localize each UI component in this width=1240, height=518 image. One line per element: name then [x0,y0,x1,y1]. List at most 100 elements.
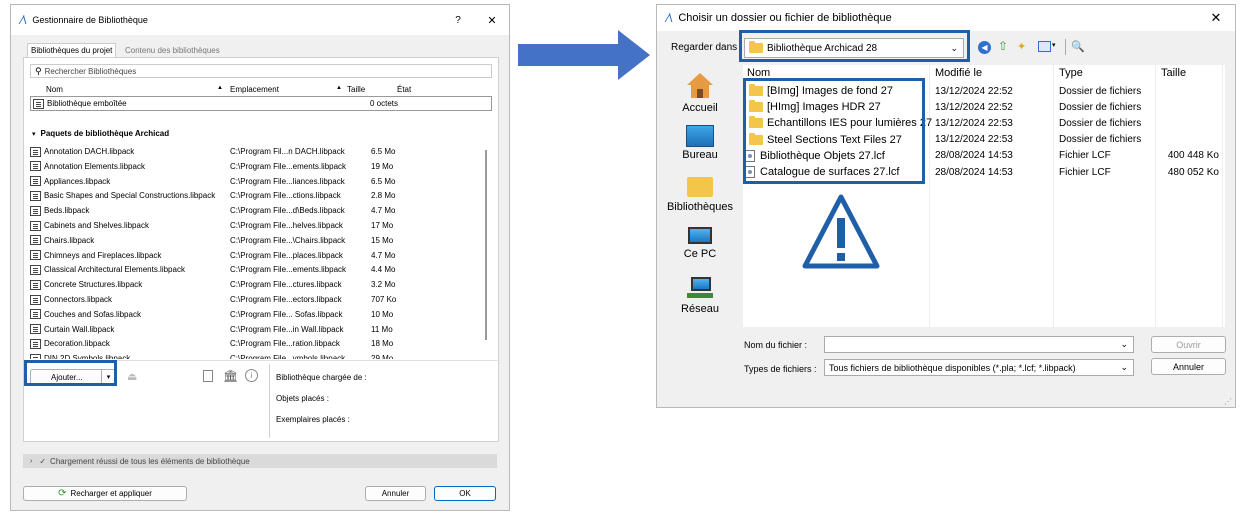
library-manager-dialog: ⁄\ Gestionnaire de Bibliothèque ? ✕ Bibl… [10,4,510,511]
library-row[interactable]: Decoration.libpack C:\Program File...rati… [30,336,482,351]
new-folder-icon[interactable]: ✦ [1017,40,1026,53]
place-desktop[interactable]: Bureau [657,125,743,161]
search-input[interactable]: Rechercher Bibliothèques [45,67,137,76]
scrollbar-thumb[interactable] [485,150,487,340]
library-icon [30,235,41,246]
library-row[interactable]: Couches and Sofas.libpack C:\Program File… [30,307,482,322]
library-name: Basic Shapes and Special Constructions.l… [44,191,216,201]
library-row[interactable]: Beds.libpack C:\Program File...d\Beds.lib… [30,203,482,218]
info-placed-objects: Objets placés : [276,394,329,403]
library-row[interactable]: Appliances.libpack C:\Program File...lian… [30,174,482,189]
col-modified[interactable]: Modifié le [935,67,982,79]
reload-apply-button[interactable]: ⟳ Recharger et appliquer [23,486,187,501]
tab-library-contents[interactable]: Contenu des bibliothèques [122,44,223,57]
place-home[interactable]: Accueil [657,71,743,114]
tab-project-libraries[interactable]: Bibliothèques du projet [27,43,117,57]
check-icon: ✓ [39,456,47,466]
filename-input[interactable]: ⌄ [824,336,1134,353]
scrollbar[interactable] [483,110,489,358]
library-name: Cabinets and Shelves.libpack [44,221,149,230]
library-row[interactable]: Chimneys and Fireplaces.libpack C:\Progra… [30,248,482,263]
filetype-value: Tous fichiers de bibliothèque disponible… [829,362,1076,373]
dialog-title: Choisir un dossier ou fichier de bibliot… [678,12,892,24]
close-button[interactable]: ✕ [1199,5,1233,31]
embedded-library-row[interactable]: Bibliothèque emboîtée 0 octets [30,96,492,111]
library-name: Concrete Structures.libpack [44,280,143,290]
library-row[interactable]: Connectors.libpack C:\Program File...ecto… [30,292,482,307]
view-menu-icon[interactable] [1038,41,1051,52]
col-type[interactable]: Type [1059,67,1083,79]
cancel-button[interactable]: Annuler [365,486,426,501]
library-building-icon[interactable]: 🏛 [223,369,238,383]
arrow-right-icon [518,30,650,80]
library-size: 18 Mo [371,339,394,349]
place-home-label: Accueil [682,102,718,114]
help-button[interactable]: ? [441,5,475,35]
library-icon [30,264,41,275]
col-state[interactable]: État [397,85,411,94]
library-row[interactable]: Concrete Structures.libpack C:\Program Fi… [30,277,482,292]
library-icon [30,176,41,187]
libraries-folder-icon [687,177,713,197]
preview-icon[interactable]: 🔍 [1071,40,1085,53]
library-row[interactable]: Basic Shapes and Special Constructions.l… [30,188,482,203]
sort-icon: ▲ [217,85,223,91]
col-size[interactable]: Taille [1161,67,1186,79]
library-size: 3.2 Mo [371,280,396,290]
library-size: 4.7 Mo [371,206,396,216]
library-row[interactable]: Chairs.libpack C:\Program File...\Chairs.… [30,233,482,248]
library-size: 19 Mo [371,161,394,171]
chevron-down-icon[interactable]: ▾ [1052,41,1056,49]
network-icon [687,277,713,301]
library-row[interactable]: DIN 2D Symbols.libpack C:\Program File...… [30,351,482,359]
highlight-add-button [24,360,117,386]
warning-icon [802,194,880,269]
library-icon [30,279,41,290]
resize-grip-icon[interactable]: ⋰ [1224,397,1232,406]
chevron-right-icon[interactable]: › [30,458,32,465]
close-button[interactable]: ✕ [475,5,509,35]
places-bar: Accueil Bureau Bibliothèques Ce PC Résea… [657,65,743,335]
place-this-pc[interactable]: Ce PC [657,227,743,260]
filetype-select[interactable]: Tous fichiers de bibliothèque disponible… [824,359,1134,376]
col-location[interactable]: Emplacement [230,85,279,94]
cancel-button[interactable]: Annuler [1151,358,1226,375]
group-header[interactable]: ▾ Paquets de bibliothèque Archicad [32,129,169,138]
place-network[interactable]: Réseau [657,277,743,315]
place-desktop-label: Bureau [682,149,718,161]
library-icon [30,324,41,335]
refresh-icon: ⟳ [58,488,67,499]
col-name[interactable]: Nom [46,85,63,94]
library-path: C:\Program File...d\Beds.libpack [230,206,345,216]
place-libraries[interactable]: Bibliothèques [657,177,743,213]
remove-library-icon[interactable]: ⏏ [127,370,137,383]
library-row[interactable]: Annotation Elements.libpack C:\Program Fi… [30,159,482,174]
library-size: 29 Mo [371,354,394,359]
library-icon [30,190,41,201]
chevron-down-icon: ⌄ [1120,339,1128,349]
library-row[interactable]: Classical Architectural Elements.libpack… [30,262,482,277]
library-size: 10 Mo [371,309,394,319]
back-icon[interactable]: ◀ [978,41,991,54]
open-button[interactable]: Ouvrir [1151,336,1226,353]
status-bar: › ✓ Chargement réussi de tous les élémen… [23,454,497,468]
library-icon [30,353,41,359]
library-name: Annotation DACH.libpack [44,147,135,156]
search-box[interactable]: ⚲ Rechercher Bibliothèques [30,64,492,78]
place-network-label: Réseau [681,303,719,315]
library-size: 15 Mo [371,235,394,245]
col-size[interactable]: Taille [347,85,365,94]
library-path: C:\Program File...\Chairs.libpack [230,235,346,245]
library-row[interactable]: Curtain Wall.libpack C:\Program File...in… [30,322,482,337]
library-path: C:\Program File...in Wall.libpack [230,324,344,334]
library-row[interactable]: Cabinets and Shelves.libpack C:\Program F… [30,218,482,233]
library-row[interactable]: Annotation DACH.libpack C:\Program Fil...… [30,144,482,159]
up-folder-icon[interactable]: ⇧ [998,39,1008,53]
ok-button[interactable]: OK [434,486,496,501]
library-path: C:\Program File...helves.libpack [230,221,343,230]
chevron-down-icon: ▾ [32,130,36,138]
library-name: Annotation Elements.libpack [44,161,145,171]
info-icon[interactable]: i [245,369,258,382]
filetype-label: Types de fichiers : [744,364,817,374]
document-icon[interactable] [203,370,213,382]
